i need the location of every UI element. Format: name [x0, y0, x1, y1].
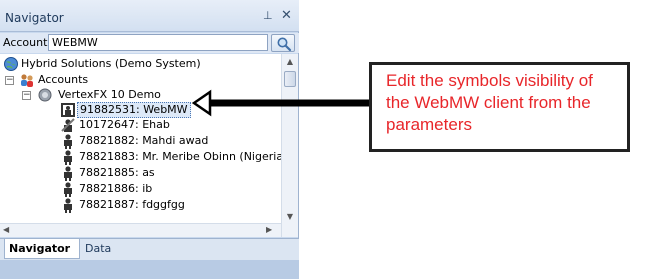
navigator-tree: Hybrid Solutions (Demo System) − Account… [0, 54, 281, 237]
scroll-thumb[interactable] [284, 71, 296, 87]
scroll-left-icon[interactable]: ◀ [3, 225, 9, 234]
close-icon[interactable]: ✕ [281, 9, 293, 23]
tree-node-root[interactable]: Hybrid Solutions (Demo System) [0, 56, 280, 72]
client-icon [64, 198, 72, 213]
account-row: Account [0, 33, 299, 53]
client-row[interactable]: 10172647: Ehab [0, 117, 280, 133]
client-row[interactable]: 78821887: fdggfgg [0, 197, 280, 213]
server-icon [38, 88, 52, 102]
search-button[interactable] [271, 34, 295, 52]
panel-bottom-strip [0, 260, 299, 279]
panel-title: Navigator [5, 11, 64, 25]
horizontal-scrollbar[interactable]: ◀ ▶ [0, 223, 281, 237]
client-label: 78821882: Mahdi awad [79, 134, 209, 147]
client-disabled-icon [61, 118, 75, 132]
client-row[interactable]: 78821882: Mahdi awad [0, 133, 280, 149]
arrow-left-icon [191, 89, 370, 117]
annotation-callout: Edit the symbols visibility of the WebMW… [369, 62, 630, 152]
scroll-up-icon[interactable]: ▲ [284, 57, 296, 67]
accounts-group-icon [21, 74, 33, 87]
panel-titlebar: Navigator ⊥ ✕ [0, 0, 299, 32]
scroll-right-icon[interactable]: ▶ [266, 225, 272, 234]
search-icon [277, 37, 292, 52]
panel-tabs: Navigator Data Window [0, 238, 299, 275]
client-online-icon [61, 103, 75, 117]
tab-data-window[interactable]: Data Window [81, 239, 155, 275]
account-label: Account [3, 36, 48, 49]
vertical-scrollbar[interactable]: ▲ ▼ [281, 54, 298, 237]
client-label: 78821885: as [79, 166, 155, 179]
navigator-panel: Navigator ⊥ ✕ Account Hybrid Solutions (… [0, 0, 299, 279]
callout-text: Edit the symbols visibility of the WebMW… [386, 71, 593, 134]
client-row[interactable]: 78821883: Mr. Meribe Obinn (Nigeria) [0, 149, 281, 165]
tree-node-accounts[interactable]: − Accounts [0, 72, 280, 88]
tab-navigator[interactable]: Navigator [4, 239, 80, 259]
client-label: 78821883: Mr. Meribe Obinn (Nigeria) [79, 150, 281, 163]
client-label: 78821886: ib [79, 182, 153, 195]
client-icon [64, 166, 72, 181]
scroll-down-icon[interactable]: ▼ [284, 212, 296, 222]
tree-accounts-label: Accounts [38, 73, 89, 86]
client-label: 10172647: Ehab [79, 118, 170, 131]
client-icon [64, 182, 72, 197]
account-input[interactable] [48, 34, 268, 51]
client-icon [64, 134, 72, 149]
client-row[interactable]: 78821886: ib [0, 181, 280, 197]
globe-icon [4, 57, 18, 71]
screenshot-stage: { "panel": { "title": "Navigator", "pin_… [0, 0, 651, 279]
client-row[interactable]: 78821885: as [0, 165, 280, 181]
collapse-icon[interactable]: − [5, 76, 14, 85]
pin-icon[interactable]: ⊥ [263, 10, 273, 22]
collapse-icon[interactable]: − [22, 91, 31, 100]
client-label: 91882531: WebMW [77, 102, 191, 118]
client-icon [64, 150, 72, 165]
tree-root-label: Hybrid Solutions (Demo System) [21, 57, 201, 70]
client-label: 78821887: fdggfgg [79, 198, 185, 211]
tree-server-label: VertexFX 10 Demo [58, 88, 161, 101]
